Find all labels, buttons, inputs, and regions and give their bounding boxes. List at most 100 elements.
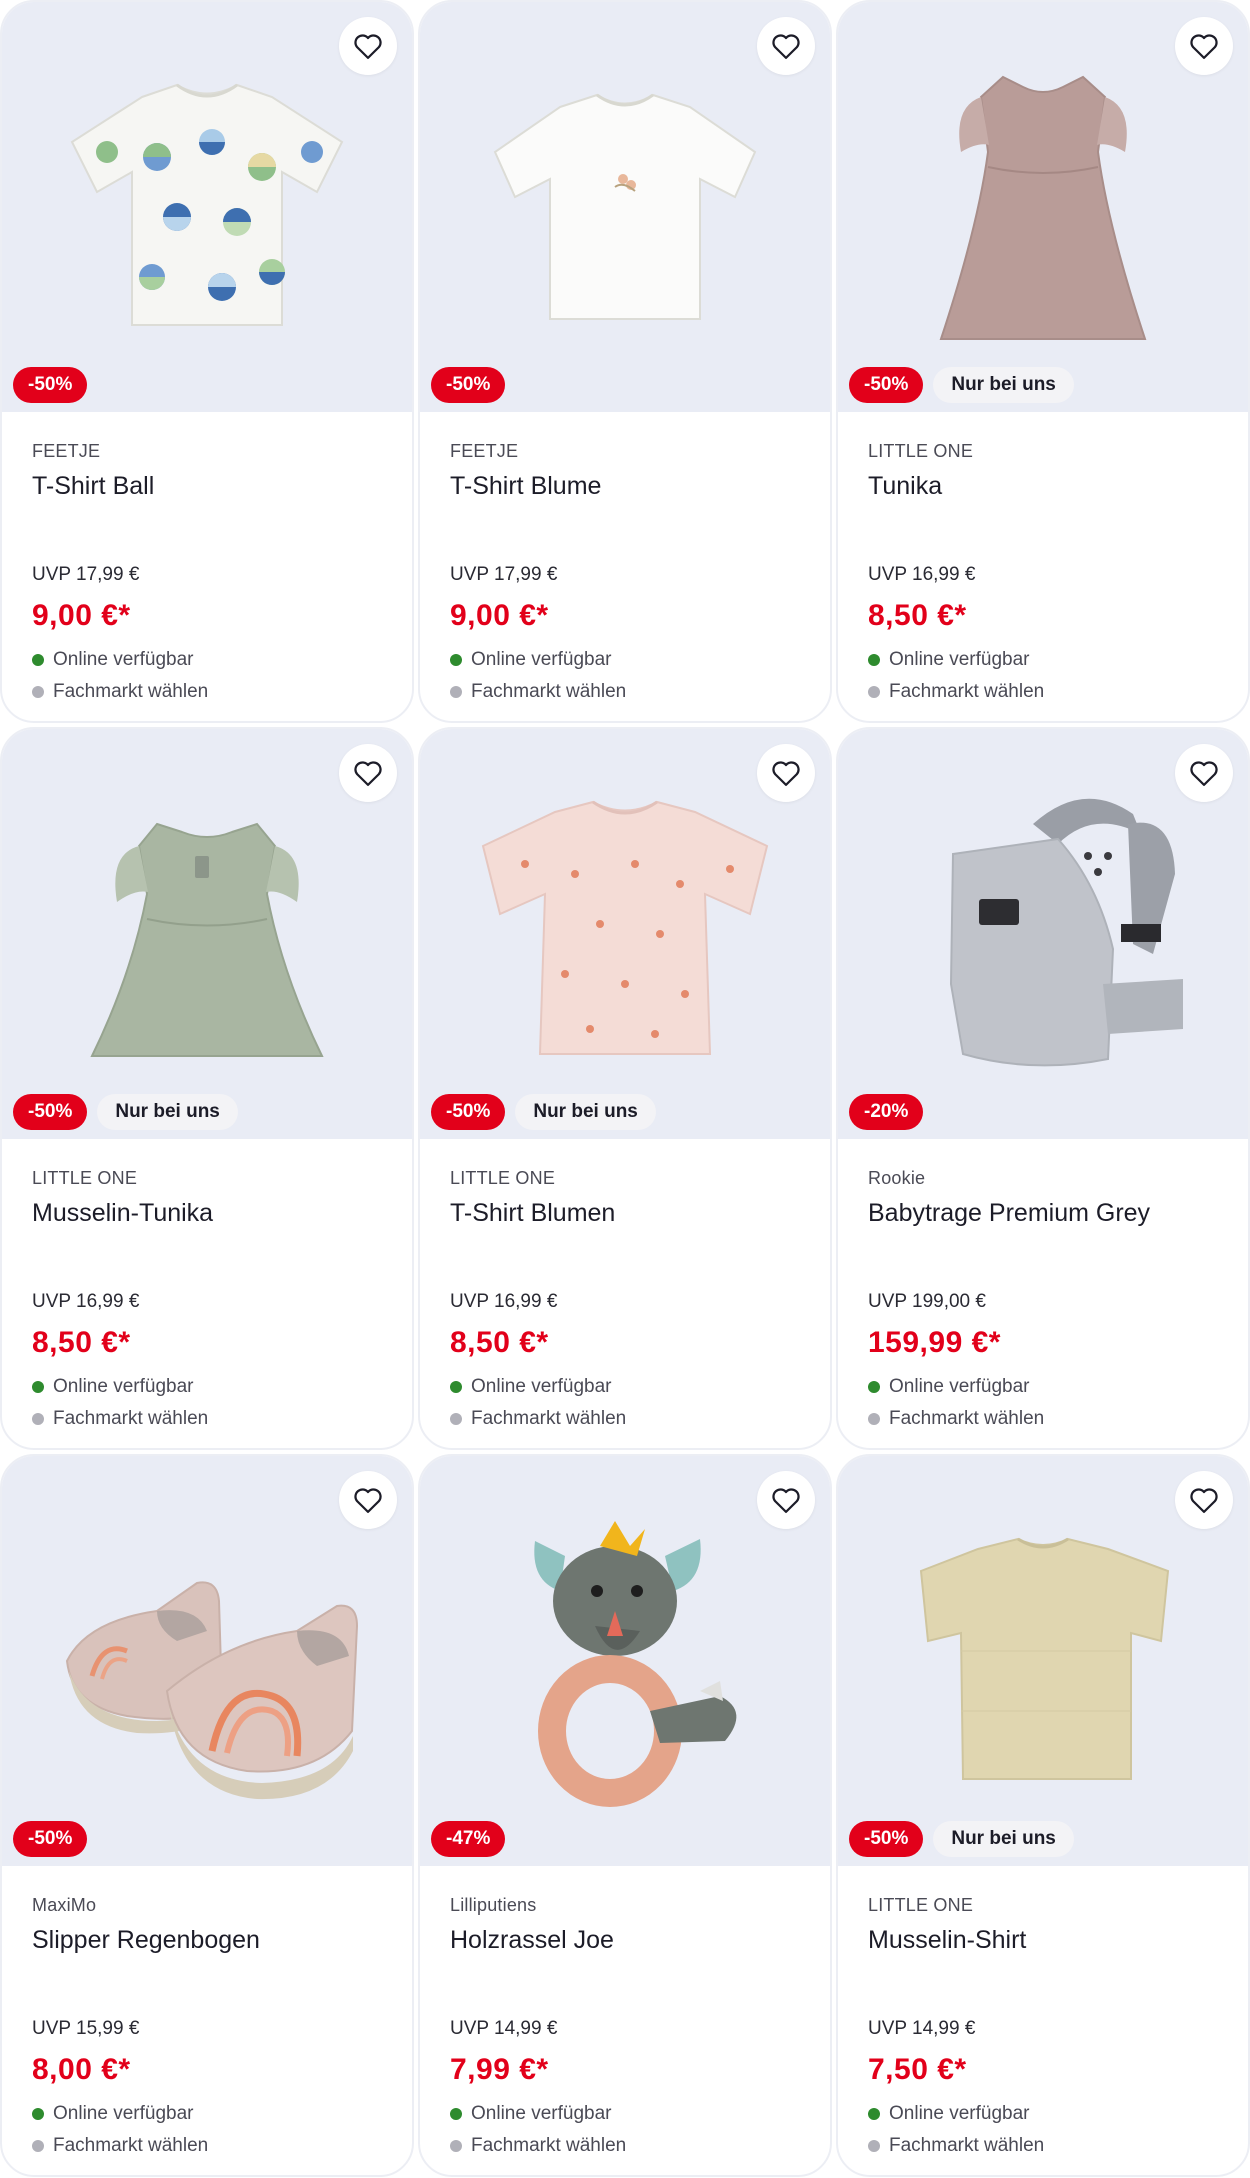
product-image-area[interactable]: -50%: [420, 2, 830, 412]
green-dot-icon: [32, 654, 44, 666]
product-name[interactable]: T-Shirt Blumen: [450, 1197, 800, 1229]
product-image-t-shirt-pink-flowers[interactable]: [465, 784, 785, 1084]
grey-dot-icon: [32, 1413, 44, 1425]
discount-badge: -50%: [431, 1094, 506, 1130]
product-image-area[interactable]: -50% Nur bei uns: [838, 2, 1248, 412]
grey-dot-icon: [868, 2140, 880, 2152]
product-brand: LITTLE ONE: [868, 1895, 974, 1915]
green-dot-icon: [32, 1381, 44, 1393]
store-select-label[interactable]: Fachmarkt wählen: [53, 2134, 208, 2158]
product-image-tunic-mauve[interactable]: [883, 57, 1203, 357]
product-card[interactable]: -50% Nur bei uns LITTLE ONE Musselin-Tun…: [0, 727, 414, 1450]
product-image-area[interactable]: -20%: [838, 729, 1248, 1139]
store-select-label[interactable]: Fachmarkt wählen: [471, 2134, 626, 2158]
heart-outline-icon: [1190, 1488, 1218, 1513]
product-image-area[interactable]: -50% Nur bei uns: [2, 729, 412, 1139]
store-select-label[interactable]: Fachmarkt wählen: [53, 1407, 208, 1431]
product-brand: FEETJE: [450, 441, 519, 461]
store-select-label[interactable]: Fachmarkt wählen: [471, 680, 626, 704]
favorite-button[interactable]: [757, 17, 815, 75]
product-image-area[interactable]: -50% Nur bei uns: [838, 1456, 1248, 1866]
product-image-area[interactable]: -47%: [420, 1456, 830, 1866]
discount-badge: -50%: [849, 1821, 924, 1857]
green-dot-icon: [450, 1381, 462, 1393]
green-dot-icon: [868, 2108, 880, 2120]
green-dot-icon: [450, 2108, 462, 2120]
favorite-button[interactable]: [339, 744, 397, 802]
favorite-button[interactable]: [1175, 17, 1233, 75]
store-select-label[interactable]: Fachmarkt wählen: [889, 2134, 1044, 2158]
product-price: 7,99 €*: [450, 2053, 549, 2086]
product-uvp: UVP 17,99 €: [450, 564, 558, 585]
store-select-label[interactable]: Fachmarkt wählen: [889, 1407, 1044, 1431]
product-card[interactable]: -50% FEETJE T-Shirt Ball UVP 17,99 € 9,0…: [0, 0, 414, 723]
green-dot-icon: [868, 1381, 880, 1393]
online-availability: Online verfügbar: [32, 648, 382, 672]
exclusive-badge: Nur bei uns: [515, 1094, 656, 1130]
store-select-link[interactable]: Fachmarkt wählen: [868, 680, 1218, 704]
product-card[interactable]: -50% Nur bei uns LITTLE ONE T-Shirt Blum…: [418, 727, 832, 1450]
discount-badge: -20%: [849, 1094, 924, 1130]
product-image-area[interactable]: -50%: [2, 1456, 412, 1866]
product-image-tunic-sage[interactable]: [47, 784, 367, 1084]
badge-row: -20%: [849, 1094, 924, 1130]
favorite-button[interactable]: [1175, 1471, 1233, 1529]
product-image-area[interactable]: -50%: [2, 2, 412, 412]
product-image-area[interactable]: -50% Nur bei uns: [420, 729, 830, 1139]
product-image-wooden-rattle-rhino[interactable]: [465, 1511, 785, 1811]
product-card[interactable]: -50% FEETJE T-Shirt Blume UVP 17,99 € 9,…: [418, 0, 832, 723]
online-availability: Online verfügbar: [32, 2102, 382, 2126]
store-select-link[interactable]: Fachmarkt wählen: [868, 1407, 1218, 1431]
online-availability-label: Online verfügbar: [53, 1376, 194, 1397]
product-image-baby-carrier-grey[interactable]: [883, 784, 1203, 1084]
product-image-slippers-rainbow[interactable]: [47, 1511, 367, 1811]
online-availability-label: Online verfügbar: [53, 2103, 194, 2124]
favorite-button[interactable]: [1175, 744, 1233, 802]
heart-outline-icon: [772, 1488, 800, 1513]
badge-row: -47%: [431, 1821, 506, 1857]
product-name[interactable]: Slipper Regenbogen: [32, 1924, 382, 1956]
product-price: 8,50 €*: [32, 1326, 131, 1359]
product-image-t-shirt-white-flower[interactable]: [465, 57, 785, 357]
product-name[interactable]: Babytrage Premium Grey: [868, 1197, 1218, 1229]
store-select-link[interactable]: Fachmarkt wählen: [32, 1407, 382, 1431]
discount-badge: -50%: [431, 367, 506, 403]
badge-row: -50% Nur bei uns: [849, 1821, 1074, 1857]
product-name[interactable]: T-Shirt Blume: [450, 470, 800, 502]
favorite-button[interactable]: [339, 17, 397, 75]
exclusive-badge: Nur bei uns: [97, 1094, 238, 1130]
product-image-t-shirt-beach-balls[interactable]: [47, 57, 367, 357]
online-availability-label: Online verfügbar: [53, 649, 194, 670]
product-name[interactable]: Musselin-Shirt: [868, 1924, 1218, 1956]
heart-outline-icon: [354, 1488, 382, 1513]
store-select-label[interactable]: Fachmarkt wählen: [471, 1407, 626, 1431]
product-card[interactable]: -20% Rookie Babytrage Premium Grey UVP 1…: [836, 727, 1250, 1450]
store-select-label[interactable]: Fachmarkt wählen: [889, 680, 1044, 704]
product-card[interactable]: -47% Lilliputiens Holzrassel Joe UVP 14,…: [418, 1454, 832, 2177]
product-brand: LITTLE ONE: [32, 1168, 138, 1188]
favorite-button[interactable]: [339, 1471, 397, 1529]
product-brand: Lilliputiens: [450, 1895, 537, 1915]
store-select-link[interactable]: Fachmarkt wählen: [868, 2134, 1218, 2158]
store-select-link[interactable]: Fachmarkt wählen: [32, 680, 382, 704]
green-dot-icon: [868, 654, 880, 666]
product-name[interactable]: Holzrassel Joe: [450, 1924, 800, 1956]
product-card[interactable]: -50% MaxiMo Slipper Regenbogen UVP 15,99…: [0, 1454, 414, 2177]
exclusive-badge: Nur bei uns: [933, 1821, 1074, 1857]
store-select-link[interactable]: Fachmarkt wählen: [450, 2134, 800, 2158]
product-card[interactable]: -50% Nur bei uns LITTLE ONE Tunika UVP 1…: [836, 0, 1250, 723]
product-image-muslin-shirt-beige[interactable]: [883, 1511, 1203, 1811]
product-uvp: UVP 14,99 €: [450, 2018, 558, 2039]
store-select-link[interactable]: Fachmarkt wählen: [32, 2134, 382, 2158]
product-uvp: UVP 17,99 €: [32, 564, 140, 585]
product-name[interactable]: Musselin-Tunika: [32, 1197, 382, 1229]
store-select-label[interactable]: Fachmarkt wählen: [53, 680, 208, 704]
product-card[interactable]: -50% Nur bei uns LITTLE ONE Musselin-Shi…: [836, 1454, 1250, 2177]
product-name[interactable]: T-Shirt Ball: [32, 470, 382, 502]
store-select-link[interactable]: Fachmarkt wählen: [450, 680, 800, 704]
favorite-button[interactable]: [757, 744, 815, 802]
store-select-link[interactable]: Fachmarkt wählen: [450, 1407, 800, 1431]
favorite-button[interactable]: [757, 1471, 815, 1529]
product-name[interactable]: Tunika: [868, 470, 1218, 502]
product-info: LITTLE ONE Musselin-Shirt UVP 14,99 € 7,…: [838, 1866, 1248, 2158]
